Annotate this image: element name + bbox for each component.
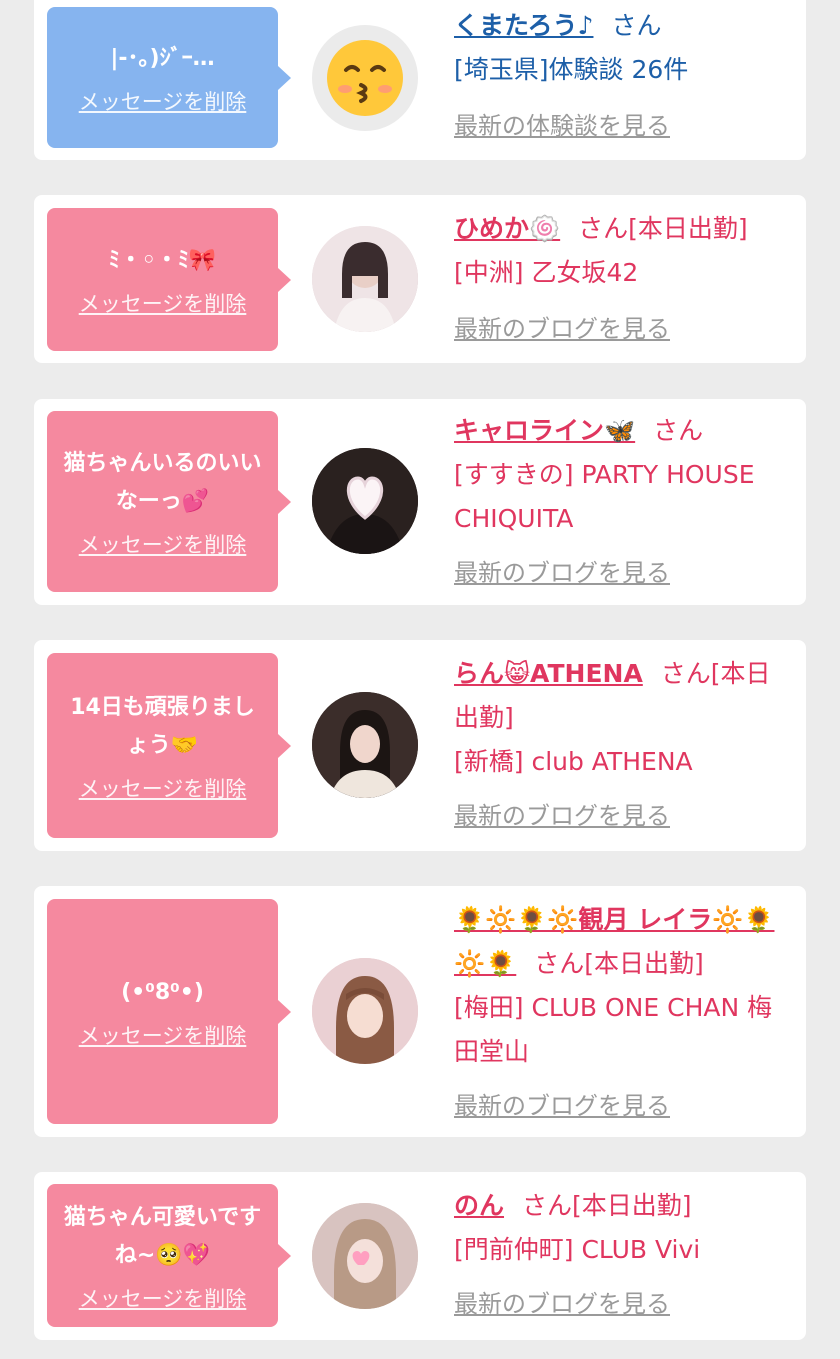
list-item: |-･｡)ｼﾞｰ… メッセージを削除 くまたろう♪ さん [埼玉県]体験談 26件… xyxy=(34,0,806,160)
store-info: [門前仲町] CLUB Vivi xyxy=(454,1235,701,1264)
message-bubble: 猫ちゃん可愛いですね~🥺💖 メッセージを削除 xyxy=(47,1184,291,1327)
store-info: [新橋] club ATHENA xyxy=(454,747,693,776)
message-text: (•⁰8⁰•) xyxy=(121,979,204,1005)
store-info: [すすきの] PARTY HOUSE CHIQUITA xyxy=(454,460,755,533)
message-text: 14日も頑張りましょう🤝 xyxy=(70,694,255,758)
view-latest-link[interactable]: 最新の体験談を見る xyxy=(454,104,786,148)
message-text: 猫ちゃんいるのいいなーっ💕 xyxy=(63,450,262,514)
view-latest-link[interactable]: 最新のブログを見る xyxy=(454,1084,786,1128)
item-info: くまたろう♪ さん [埼玉県]体験談 26件 最新の体験談を見る xyxy=(454,4,786,148)
item-info: キャロライン🦋 さん [すすきの] PARTY HOUSE CHIQUITA 最新… xyxy=(454,409,786,595)
delete-message-link[interactable]: メッセージを削除 xyxy=(79,288,247,318)
message-text: 猫ちゃん可愛いですね~🥺💖 xyxy=(63,1204,262,1268)
delete-message-link[interactable]: メッセージを削除 xyxy=(79,1283,247,1313)
item-info: ひめか🍥 さん[本日出勤] [中洲] 乙女坂42 最新のブログを見る xyxy=(454,207,786,351)
avatar[interactable] xyxy=(312,25,418,131)
list-item: 14日も頑張りましょう🤝 メッセージを削除 らん😸ATHENA さん[本日出勤] … xyxy=(34,640,806,851)
honorific: さん[本日出勤] xyxy=(522,1191,692,1220)
item-info: 🌻🔆🌻🔆観月 レイラ🔆🌻🔆🌻 さん[本日出勤] [梅田] CLUB ONE CHA… xyxy=(454,898,786,1128)
delete-message-link[interactable]: メッセージを削除 xyxy=(79,86,247,116)
delete-message-link[interactable]: メッセージを削除 xyxy=(79,773,247,803)
view-latest-link[interactable]: 最新のブログを見る xyxy=(454,307,786,351)
name-link[interactable]: キャロライン🦋 xyxy=(454,416,635,445)
honorific: さん[本日出勤] xyxy=(578,214,748,243)
item-info: のん さん[本日出勤] [門前仲町] CLUB Vivi 最新のブログを見る xyxy=(454,1184,786,1326)
honorific: さん xyxy=(653,416,704,445)
photo-avatar-icon xyxy=(312,1203,418,1309)
photo-avatar-icon xyxy=(312,692,418,798)
message-text: |-･｡)ｼﾞｰ… xyxy=(110,45,215,71)
avatar[interactable] xyxy=(312,692,418,798)
list-item: (•⁰8⁰•) メッセージを削除 🌻🔆🌻🔆観月 レイラ🔆🌻🔆🌻 さん[本日出勤] … xyxy=(34,886,806,1137)
kissing-face-icon xyxy=(327,40,403,116)
photo-avatar-icon xyxy=(312,226,418,332)
view-latest-link[interactable]: 最新のブログを見る xyxy=(454,794,786,838)
avatar[interactable] xyxy=(312,448,418,554)
honorific: さん[本日出勤] xyxy=(534,949,704,978)
name-link[interactable]: のん xyxy=(454,1191,504,1220)
photo-avatar-icon xyxy=(312,448,418,554)
message-bubble: (•⁰8⁰•) メッセージを削除 xyxy=(47,899,291,1124)
store-info: [中洲] 乙女坂42 xyxy=(454,258,639,287)
list-item: ﾐ・◦・ﾐ🎀 メッセージを削除 ひめか🍥 さん[本日出勤] [中洲] 乙女坂42 … xyxy=(34,195,806,363)
name-link[interactable]: らん😸ATHENA xyxy=(454,659,643,688)
delete-message-link[interactable]: メッセージを削除 xyxy=(79,1020,247,1050)
message-bubble: ﾐ・◦・ﾐ🎀 メッセージを削除 xyxy=(47,208,291,351)
honorific: さん xyxy=(611,11,662,40)
avatar[interactable] xyxy=(312,958,418,1064)
list-item: 猫ちゃん可愛いですね~🥺💖 メッセージを削除 のん さん[本日出勤] [門前仲町]… xyxy=(34,1172,806,1340)
message-bubble: 猫ちゃんいるのいいなーっ💕 メッセージを削除 xyxy=(47,411,291,592)
view-latest-link[interactable]: 最新のブログを見る xyxy=(454,551,786,595)
store-info: [梅田] CLUB ONE CHAN 梅田堂山 xyxy=(454,993,773,1066)
avatar[interactable] xyxy=(312,226,418,332)
item-info: らん😸ATHENA さん[本日出勤] [新橋] club ATHENA 最新のブロ… xyxy=(454,652,786,838)
list-item: 猫ちゃんいるのいいなーっ💕 メッセージを削除 キャロライン🦋 さん [すすきの] … xyxy=(34,399,806,605)
delete-message-link[interactable]: メッセージを削除 xyxy=(79,529,247,559)
photo-avatar-icon xyxy=(312,958,418,1064)
message-text: ﾐ・◦・ﾐ🎀 xyxy=(108,247,217,273)
view-latest-link[interactable]: 最新のブログを見る xyxy=(454,1282,786,1326)
name-link[interactable]: くまたろう♪ xyxy=(454,11,593,40)
name-link[interactable]: ひめか🍥 xyxy=(454,214,560,243)
avatar[interactable] xyxy=(312,1203,418,1309)
store-info: [埼玉県]体験談 26件 xyxy=(454,55,689,84)
message-bubble: |-･｡)ｼﾞｰ… メッセージを削除 xyxy=(47,7,291,148)
message-bubble: 14日も頑張りましょう🤝 メッセージを削除 xyxy=(47,653,291,838)
